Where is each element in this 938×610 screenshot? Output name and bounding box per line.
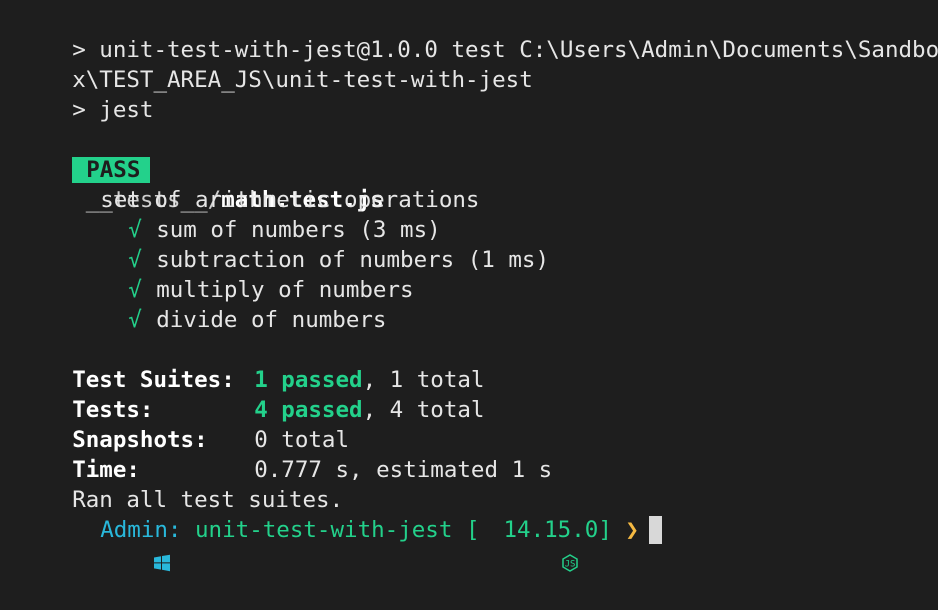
svg-text:JS: JS (564, 560, 575, 570)
prompt-bracket-close: ] (598, 517, 612, 543)
summary-tests-label: Tests: (72, 397, 154, 423)
summary-snapshots-value: 0 total (254, 427, 350, 453)
npm-script-line-1: > unit-test-with-jest@1.0.0 test C:\User… (72, 37, 938, 63)
test-case-name: sum of numbers (3 ms) (156, 217, 441, 243)
summary-snapshots-label: Snapshots: (72, 427, 208, 453)
summary-suites-label: Test Suites: (72, 367, 235, 393)
prompt-arrow-icon: ❯ (625, 517, 639, 543)
prompt-user: Admin: (100, 517, 182, 543)
summary-tests-passed: 4 passed (254, 397, 363, 423)
npm-script-line-2: x\TEST_AREA_JS\unit-test-with-jest (72, 67, 533, 93)
text-cursor[interactable] (648, 516, 662, 544)
summary-tests-total: , 4 total (362, 397, 485, 423)
summary-suites-passed: 1 passed (254, 367, 363, 393)
test-case-name: divide of numbers (156, 307, 387, 333)
summary-time-label: Time: (72, 457, 140, 483)
windows-icon (72, 520, 171, 572)
terminal-window[interactable]: > unit-test-with-jest@1.0.0 test C:\User… (0, 0, 938, 572)
prompt-node-version: 14.15.0 (503, 517, 599, 543)
prompt-bracket-open: [ (465, 517, 480, 543)
check-icon: √ (128, 247, 142, 273)
check-icon: √ (128, 277, 142, 303)
test-case-name: multiply of numbers (156, 277, 414, 303)
check-icon: √ (128, 217, 142, 243)
prompt-directory: unit-test-with-jest (195, 517, 453, 543)
jest-command-text: > jest (72, 97, 154, 123)
summary-suites-total: , 1 total (362, 367, 485, 393)
suite-name-text: set of arithmetic operations (100, 187, 480, 213)
npm-script-line: > unit-test-with-jest@1.0.0 test C:\User… (18, 5, 938, 63)
ran-all-text: Ran all test suites. (72, 487, 344, 513)
check-icon: √ (128, 307, 142, 333)
summary-suites: Test Suites: 1 passed, 1 total (18, 335, 938, 393)
pass-badge: PASS (72, 157, 151, 183)
test-case-name: subtraction of numbers (1 ms) (156, 247, 550, 273)
suite-name: set of arithmetic operations (18, 155, 938, 213)
test-file-result: PASS __tests__/math.test.js (18, 125, 938, 213)
summary-time-value: 0.777 s, estimated 1 s (254, 457, 553, 483)
nodejs-icon: JS (480, 520, 578, 572)
